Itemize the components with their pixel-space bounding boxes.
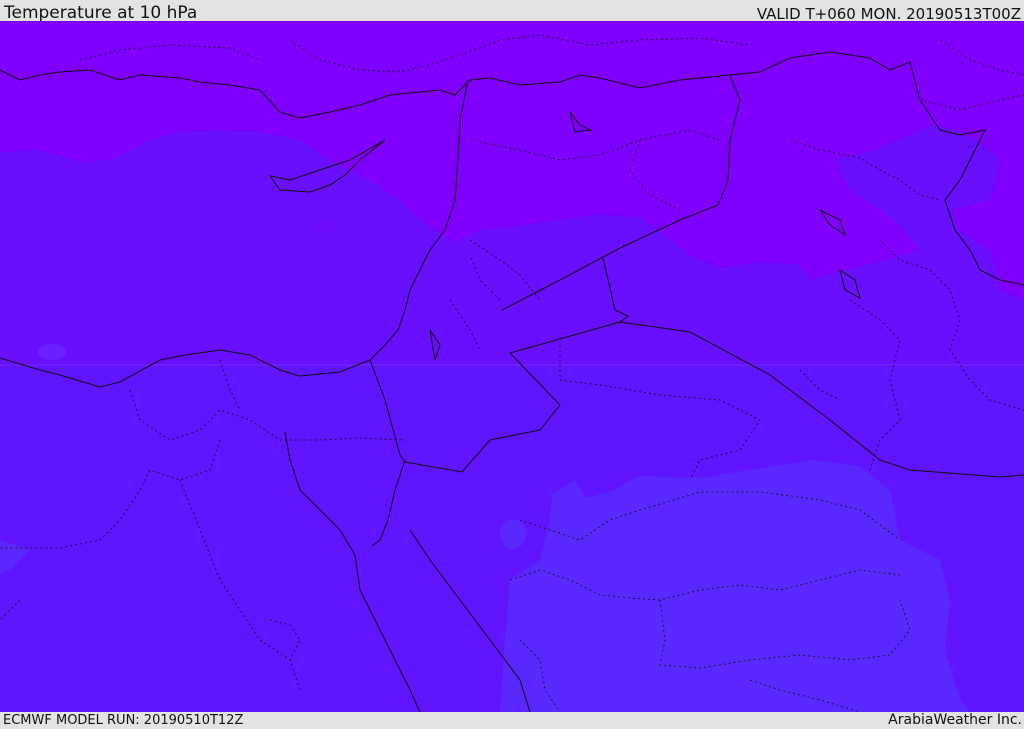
model-run-label: ECMWF MODEL RUN: 20190510T12Z [3, 713, 244, 728]
weather-map[interactable] [0, 21, 1024, 712]
footer-bar: ECMWF MODEL RUN: 20190510T12Z ArabiaWeat… [0, 712, 1024, 729]
header-bar: Temperature at 10 hPa VALID T+060 MON. 2… [0, 0, 1024, 23]
map-title: Temperature at 10 hPa [4, 3, 198, 23]
temperature-band-warmer-patch-2 [38, 344, 66, 360]
credit-label: ArabiaWeather Inc. [888, 712, 1022, 728]
temperature-band-warmer-patch [500, 519, 526, 549]
valid-time-label: VALID T+060 MON. 20190513T00Z [756, 5, 1021, 23]
